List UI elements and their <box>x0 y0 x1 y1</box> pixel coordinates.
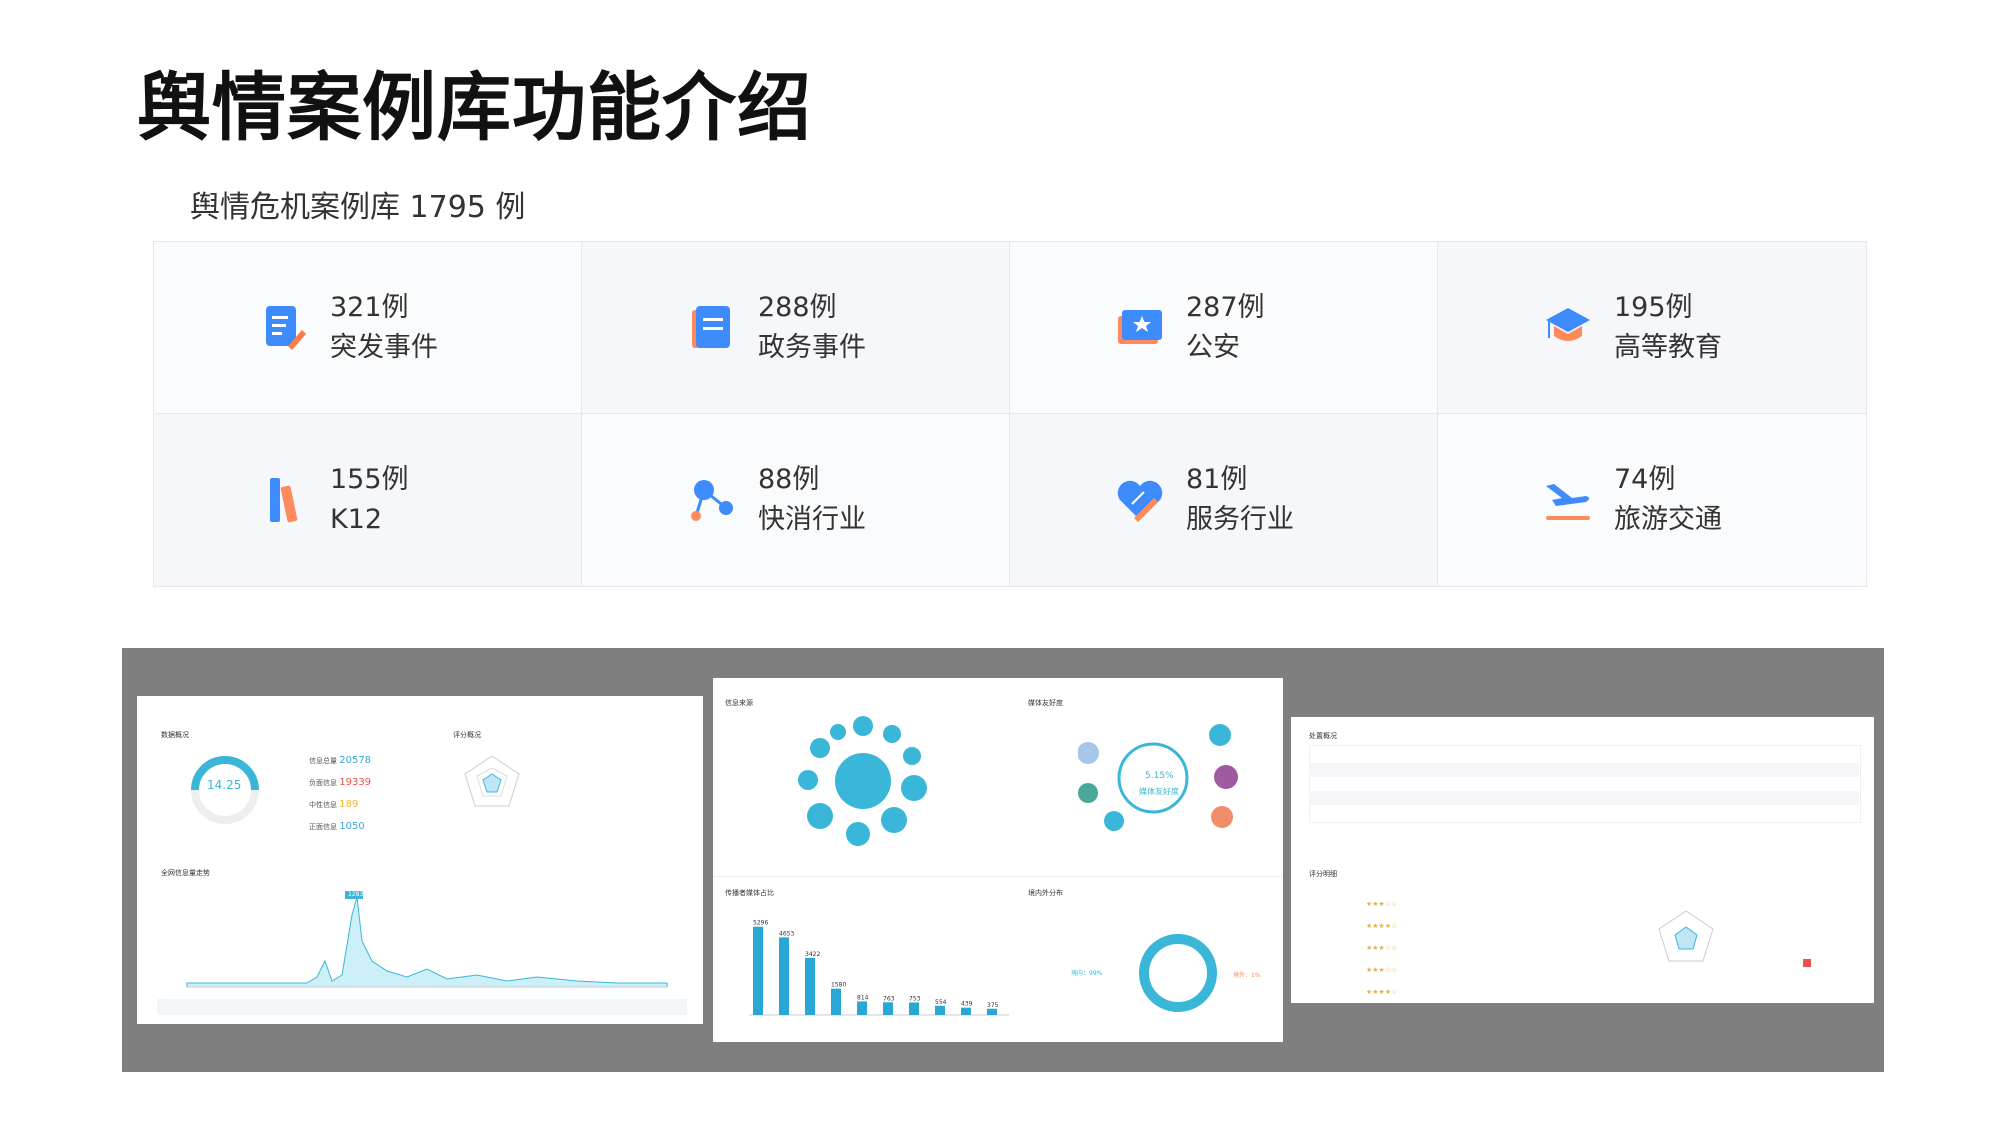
document-edit-icon <box>266 305 306 350</box>
category-card-police[interactable]: 287例公安 <box>1010 242 1438 414</box>
trend-peak-label: 1283 <box>348 891 364 898</box>
category-card-emergency[interactable]: 321例突发事件 <box>154 242 582 414</box>
screenshot-data-overview: 数据概况 评分概况 14.25 信息总量 20578 负面信息 19339 中性… <box>137 696 703 1024</box>
section-title: 信息来源 <box>725 699 753 707</box>
bar-chart-title: 传播者媒体占比 <box>725 889 774 897</box>
molecule-icon <box>691 480 733 521</box>
section-title: 处置概况 <box>1309 732 1337 740</box>
trend-title: 全网信息量走势 <box>161 869 210 877</box>
bar <box>831 988 841 1015</box>
airplane-icon <box>1546 484 1590 520</box>
bar <box>857 1001 867 1015</box>
source-bubble-chart <box>798 716 927 846</box>
bar <box>805 957 815 1015</box>
category-card-higher-education[interactable]: 195例高等教育 <box>1438 242 1866 414</box>
bar-value-label: 1580 <box>831 982 846 989</box>
bar <box>935 1005 945 1015</box>
bar <box>909 1002 919 1015</box>
region-title: 境内外分布 <box>1028 889 1063 897</box>
category-card-government[interactable]: 288例政务事件 <box>582 242 1010 414</box>
category-count: 288例 <box>758 291 837 323</box>
stat-label: 正面信息 <box>309 823 337 831</box>
bar-value-label: 3422 <box>805 951 820 958</box>
category-count: 155例 <box>330 464 409 495</box>
category-name: K12 <box>330 504 383 535</box>
heart-hand-icon <box>1117 480 1163 522</box>
radar-chart <box>464 755 520 807</box>
region-domestic-label: 境内：99% <box>1071 970 1103 977</box>
case-library-total: 舆情危机案例库 1795 例 <box>190 190 526 225</box>
bar <box>779 937 789 1015</box>
category-name: 旅游交通 <box>1614 504 1722 535</box>
police-badge-icon <box>1118 309 1162 344</box>
category-card-k12[interactable]: 155例 K12 <box>154 414 582 586</box>
bar <box>883 1002 893 1015</box>
bar-value-label: 554 <box>935 999 947 1006</box>
category-name: 公安 <box>1186 331 1240 363</box>
friendliness-label: 媒体友好度 <box>1139 787 1179 796</box>
bar-value-label: 4653 <box>779 930 794 937</box>
stat-label: 负面信息 <box>309 779 337 787</box>
government-doc-icon <box>692 305 730 348</box>
graduation-cap-icon <box>1546 307 1590 341</box>
category-card-travel[interactable]: 74例旅游交通 <box>1438 414 1866 586</box>
score-value: 14.25 <box>207 778 242 792</box>
bar-value-label: 763 <box>883 995 895 1002</box>
bar <box>987 1008 997 1015</box>
category-count: 88例 <box>758 464 820 495</box>
section-title: 媒体友好度 <box>1028 699 1063 707</box>
stat-value: 1050 <box>339 821 365 832</box>
bar-value-label: 814 <box>857 994 869 1001</box>
category-count: 81例 <box>1186 464 1248 495</box>
page-title: 舆情案例库功能介绍 <box>137 65 812 151</box>
category-count: 321例 <box>330 291 409 323</box>
region-overseas-label: 境外：1% <box>1233 972 1261 979</box>
stat-label: 中性信息 <box>309 801 337 809</box>
category-grid: 321例 突发事件 288例 政务事件 287例 公安 195例 高等教育 15… <box>153 241 1867 587</box>
category-card-fmcg[interactable]: 88例快消行业 <box>582 414 1010 586</box>
trend-area-chart <box>186 891 668 988</box>
category-name: 快消行业 <box>758 504 866 535</box>
stat-label: 信息总量 <box>309 757 337 765</box>
stat-value: 189 <box>339 799 359 810</box>
media-share-bar-chart: 5296 4653 3422 1580 814 763 753 554 439 375 <box>749 920 1009 1016</box>
category-card-service[interactable]: 81例服务行业 <box>1010 414 1438 586</box>
category-count: 74例 <box>1614 464 1676 495</box>
screenshot-handling-score: 处置概况 评分明细 ★★★☆☆ ★★★★☆ ★★★☆☆ ★★★☆☆ ★★★★☆ <box>1291 717 1874 1003</box>
bar-value-label: 753 <box>909 995 921 1002</box>
stat-value: 20578 <box>339 755 372 766</box>
books-icon <box>270 478 298 523</box>
section-title: 评分概况 <box>453 731 481 739</box>
bar-value-label: 5296 <box>753 920 768 927</box>
bar-value-label: 439 <box>961 1001 973 1008</box>
category-name: 服务行业 <box>1186 504 1294 535</box>
star-ratings: ★★★☆☆ ★★★★☆ ★★★☆☆ ★★★☆☆ ★★★★☆ <box>1366 900 1398 996</box>
category-name: 政务事件 <box>758 331 866 363</box>
bar-value-label: 375 <box>987 1002 999 1009</box>
friendliness-percent: 5.15% <box>1145 771 1174 781</box>
region-donut-chart <box>1139 934 1217 1012</box>
bar <box>961 1007 971 1015</box>
category-name: 突发事件 <box>330 331 438 363</box>
section-title: 数据概况 <box>161 731 189 739</box>
radar-chart <box>1658 910 1714 962</box>
screenshot-source-analysis: 信息来源 媒体友好度 5.15% 媒体友好度 传播者媒体占比 境内外分布 529… <box>713 678 1283 1042</box>
category-count: 287例 <box>1186 291 1265 323</box>
category-name: 高等教育 <box>1614 331 1722 363</box>
section-title: 评分明细 <box>1309 870 1337 878</box>
category-count: 195例 <box>1614 291 1693 323</box>
bar <box>753 926 763 1015</box>
stat-value: 19339 <box>339 777 372 788</box>
